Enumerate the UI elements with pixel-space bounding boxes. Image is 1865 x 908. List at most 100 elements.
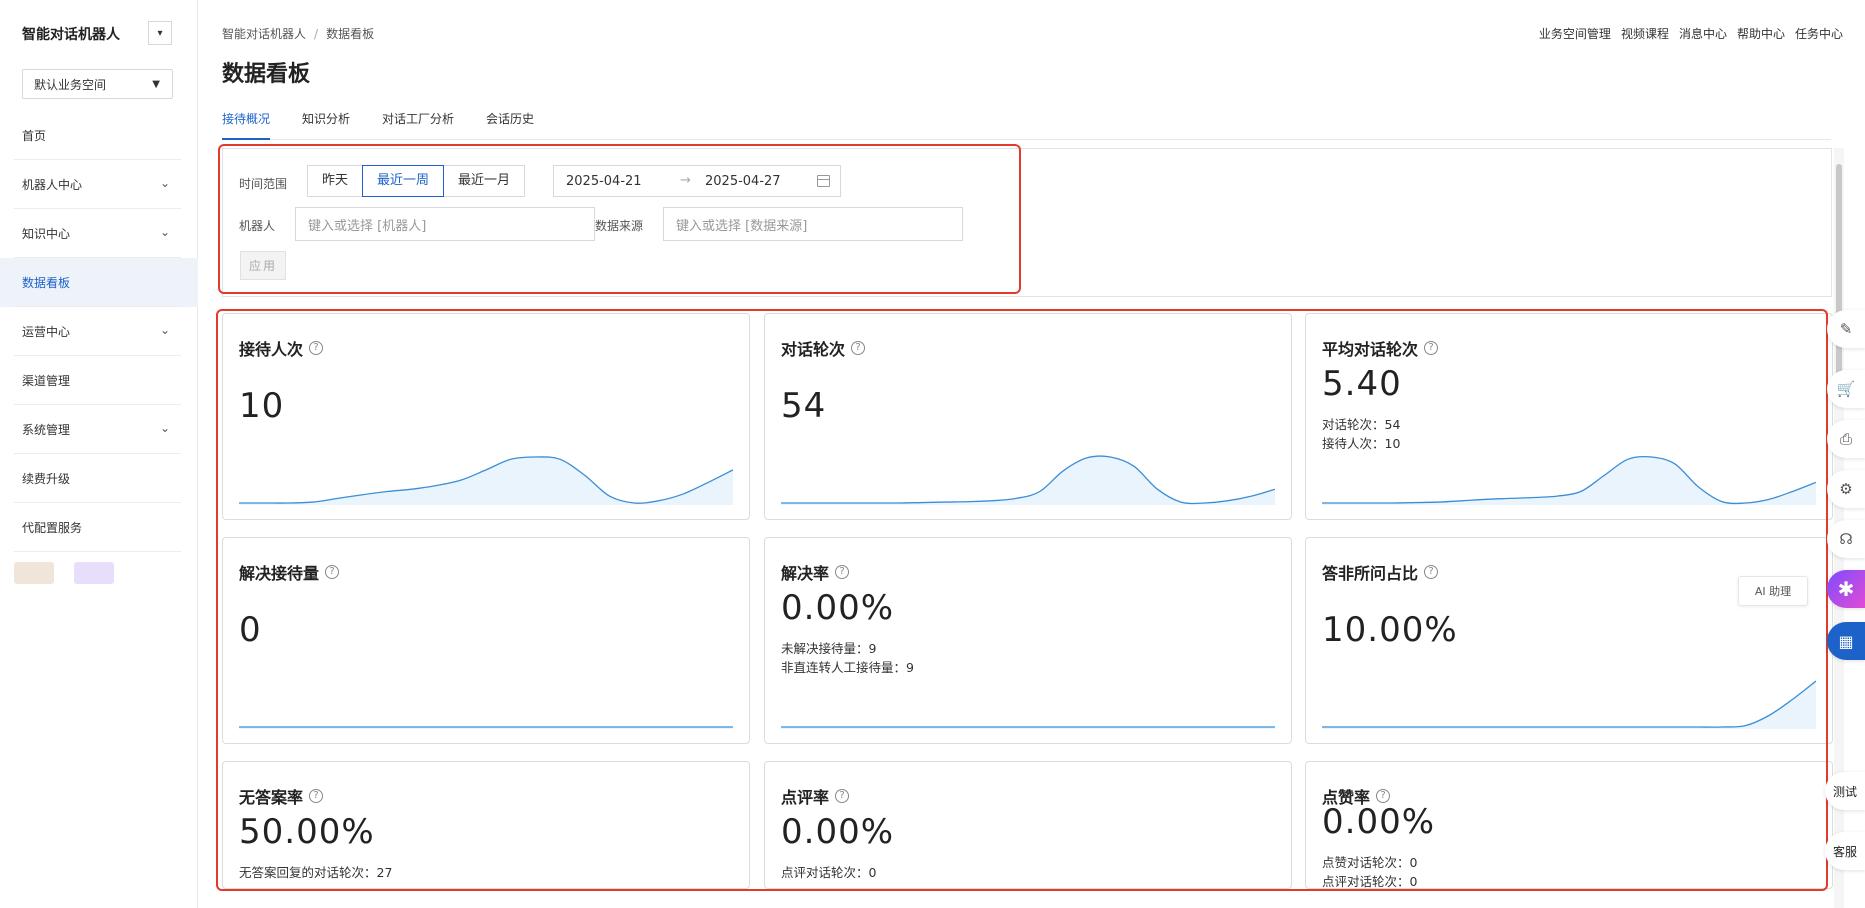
settings-button[interactable]: ⚙ bbox=[1827, 470, 1865, 508]
sparkline-area bbox=[1322, 456, 1816, 505]
metric-title: 点评率? bbox=[781, 784, 850, 808]
metric-title: 接待人次? bbox=[239, 336, 324, 360]
apply-button[interactable]: 应用 bbox=[240, 251, 286, 280]
sparkline-chart bbox=[1322, 455, 1816, 505]
metric-detail: 无答案回复的对话轮次：27 bbox=[239, 865, 393, 880]
breadcrumb-root[interactable]: 智能对话机器人 bbox=[222, 27, 306, 41]
top-links: 业务空间管理 视频课程 消息中心 帮助中心 任务中心 bbox=[1539, 25, 1843, 42]
customer-service-button[interactable]: 客服 bbox=[1825, 832, 1865, 870]
ai-assistant-icon: ✱ bbox=[1837, 577, 1855, 601]
edit-button[interactable]: ✎ bbox=[1827, 310, 1865, 348]
data-source-select-input[interactable]: 键入或选择 [数据来源] bbox=[663, 207, 963, 241]
sidebar-item-label: 系统管理 bbox=[22, 423, 71, 437]
sidebar-item[interactable]: 知识中心 ⌄ bbox=[0, 209, 198, 258]
apps-icon: ▦ bbox=[1838, 631, 1854, 651]
tab[interactable]: 会话历史 bbox=[486, 110, 534, 140]
chevron-down-icon: ⌄ bbox=[159, 176, 170, 190]
sparkline-chart bbox=[239, 456, 733, 505]
sidebar-item[interactable]: 数据看板 bbox=[0, 258, 198, 307]
chevron-down-icon: ⌄ bbox=[159, 225, 170, 239]
metric-card: 对话轮次? 54 bbox=[764, 313, 1292, 520]
help-icon[interactable]: ? bbox=[309, 341, 324, 355]
sidebar-item[interactable]: 机器人中心 ⌄ bbox=[0, 160, 198, 209]
link-task-center[interactable]: 任务中心 bbox=[1795, 25, 1843, 42]
help-icon[interactable]: ? bbox=[851, 341, 866, 355]
apps-button[interactable]: ▦ bbox=[1827, 622, 1865, 660]
sidebar-item-label: 续费升级 bbox=[22, 472, 71, 486]
sidebar-item-label: 渠道管理 bbox=[22, 374, 71, 388]
cart-button[interactable]: 🛒 bbox=[1827, 370, 1865, 408]
sparkline-line bbox=[1322, 680, 1816, 728]
help-icon[interactable]: ? bbox=[1424, 341, 1439, 355]
metric-detail: 对话轮次：54 bbox=[1322, 417, 1401, 432]
tab[interactable]: 接待概况 bbox=[222, 110, 271, 140]
sparkline-chart bbox=[781, 726, 1275, 729]
sidebar-item[interactable]: 运营中心 ⌄ bbox=[0, 307, 198, 356]
metric-detail: 未解决接待量：9 bbox=[781, 641, 877, 656]
sparkline-chart bbox=[781, 455, 1275, 505]
app: 智能对话机器人 ▾ 默认业务空间 ▼ 首页 机器人中心 ⌄ 知识中心 ⌄ 数据看板 运营中心… bbox=[0, 0, 1865, 908]
caret-down-icon: ▼ bbox=[152, 79, 160, 90]
metric-value: 5.40 bbox=[1322, 364, 1402, 404]
time-range-option[interactable]: 昨天 bbox=[307, 165, 364, 197]
metric-title: 答非所问占比? bbox=[1322, 560, 1439, 584]
tab-bar: 接待概况 知识分析 对话工厂分析 会话历史 bbox=[222, 110, 1831, 140]
link-workspace-management[interactable]: 业务空间管理 bbox=[1539, 25, 1611, 42]
metric-title: 对话轮次? bbox=[781, 336, 866, 360]
workspace-select[interactable]: 默认业务空间 ▼ bbox=[22, 69, 173, 99]
metric-card: 接待人次? 10 bbox=[222, 313, 750, 520]
metric-title-text: 无答案率 bbox=[239, 788, 304, 807]
collapse-toggle-button[interactable]: ▾ bbox=[148, 21, 172, 45]
metric-title-text: 解决率 bbox=[781, 564, 830, 583]
metric-title-text: 解决接待量 bbox=[239, 564, 320, 583]
sidebar: 智能对话机器人 ▾ 默认业务空间 ▼ 首页 机器人中心 ⌄ 知识中心 ⌄ 数据看板 运营中心… bbox=[0, 0, 198, 908]
tab[interactable]: 知识分析 bbox=[302, 110, 350, 140]
sidebar-item[interactable]: 续费升级 bbox=[0, 454, 198, 503]
ai-assistant-button[interactable]: ✱ bbox=[1827, 570, 1865, 608]
metric-title-text: 平均对话轮次 bbox=[1322, 340, 1419, 359]
sidebar-item[interactable]: 渠道管理 bbox=[0, 356, 198, 405]
tab[interactable]: 对话工厂分析 bbox=[382, 110, 454, 140]
time-range-option[interactable]: 最近一周 bbox=[362, 165, 445, 197]
metric-value: 50.00% bbox=[239, 812, 375, 852]
metric-title-text: 对话轮次 bbox=[781, 340, 846, 359]
sidebar-menu: 首页 机器人中心 ⌄ 知识中心 ⌄ 数据看板 运营中心 ⌄ 渠道管理 系统管理 ⌄ 续费升级 代配置服务 bbox=[0, 111, 198, 552]
sidebar-item[interactable]: 首页 bbox=[0, 111, 198, 160]
metric-title: 无答案率? bbox=[239, 784, 324, 808]
date-range-picker[interactable]: 2025-04-21 → 2025-04-27 bbox=[553, 165, 841, 197]
help-icon[interactable]: ? bbox=[309, 789, 324, 803]
metric-card: 解决接待量? 0 bbox=[222, 537, 750, 744]
start-date: 2025-04-21 bbox=[566, 174, 642, 189]
scrollbar-thumb[interactable] bbox=[1836, 164, 1842, 386]
breadcrumb: 智能对话机器人 / 数据看板 bbox=[222, 25, 374, 42]
sidebar-item-label: 知识中心 bbox=[22, 227, 71, 241]
sidebar-item[interactable]: 系统管理 ⌄ bbox=[0, 405, 198, 454]
sidebar-item-label: 首页 bbox=[22, 129, 47, 143]
metric-value: 0.00% bbox=[1322, 802, 1436, 842]
page-title: 数据看板 bbox=[222, 62, 311, 87]
help-icon[interactable]: ? bbox=[1376, 789, 1391, 803]
link-video-courses[interactable]: 视频课程 bbox=[1621, 25, 1669, 42]
sidebar-item-label: 机器人中心 bbox=[22, 178, 83, 192]
headset-button[interactable]: ☊ bbox=[1827, 520, 1865, 558]
time-range-option[interactable]: 最近一月 bbox=[443, 165, 526, 197]
help-icon[interactable]: ? bbox=[835, 789, 850, 803]
help-icon[interactable]: ? bbox=[1424, 565, 1439, 579]
metric-card: 无答案率? 50.00% 无答案回复的对话轮次：27 bbox=[222, 761, 750, 889]
test-button[interactable]: 测试 bbox=[1825, 772, 1865, 810]
link-message-center[interactable]: 消息中心 bbox=[1679, 25, 1727, 42]
api-button[interactable]: ⎙ bbox=[1827, 420, 1865, 458]
link-help-center[interactable]: 帮助中心 bbox=[1737, 25, 1785, 42]
metric-title-text: 点评率 bbox=[781, 788, 830, 807]
metric-card: 解决率? 0.00% 未解决接待量：9 非直连转人工接待量：9 bbox=[764, 537, 1292, 744]
sidebar-item[interactable]: 代配置服务 bbox=[0, 503, 198, 552]
settings-icon: ⚙ bbox=[1839, 480, 1853, 498]
robot-placeholder: 键入或选择 [机器人] bbox=[308, 218, 427, 234]
help-icon[interactable]: ? bbox=[835, 565, 850, 579]
metric-value: 0.00% bbox=[781, 812, 895, 852]
robot-select-input[interactable]: 键入或选择 [机器人] bbox=[295, 207, 595, 241]
sidebar-item-label: 运营中心 bbox=[22, 325, 71, 339]
workspace-value: 默认业务空间 bbox=[34, 77, 107, 92]
metric-card: 平均对话轮次? 5.40 对话轮次：54 接待人次：10 bbox=[1305, 313, 1833, 520]
help-icon[interactable]: ? bbox=[325, 565, 340, 579]
